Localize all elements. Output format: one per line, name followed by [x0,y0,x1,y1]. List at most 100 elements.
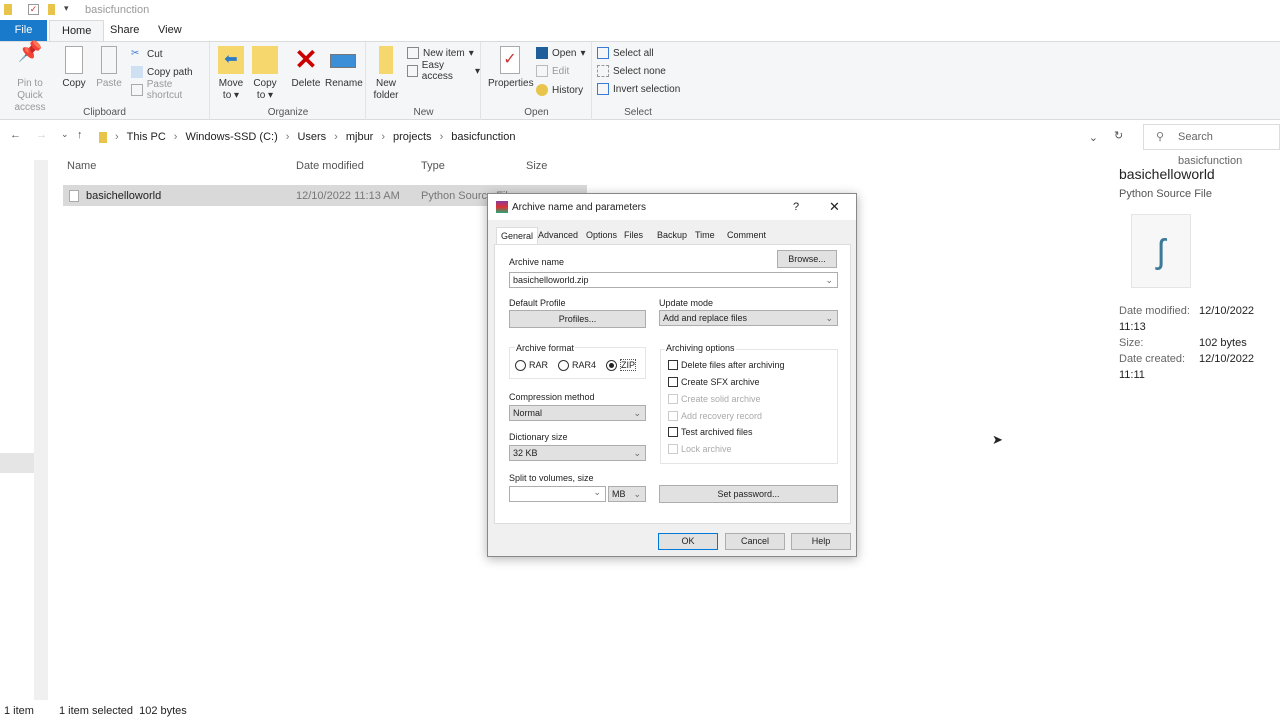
archive-dialog: Archive name and parameters ? ✕ General … [487,193,857,557]
tab-backup[interactable]: Backup [653,227,691,244]
paste-shortcut-button[interactable]: Paste shortcut [131,79,209,101]
tab-files[interactable]: Files [620,227,647,244]
copy-to-button[interactable]: Copy to ▾ [251,46,279,102]
checkbox-recovery-record[interactable]: Add recovery record [668,411,762,421]
clipboard-group: 📌 Pin to Quick access Copy Paste ✂ Cut Cop… [0,42,210,120]
up-arrow-icon[interactable]: ↑ [77,129,83,141]
history-button[interactable]: History [536,82,583,98]
ok-button[interactable]: OK [658,533,718,550]
tab-view[interactable]: View [146,20,194,41]
delete-x-icon: ✕ [294,44,318,75]
details-type: Python Source File [1119,188,1212,200]
chevron-down-icon: ⌄ [633,489,641,499]
nav-pane-item[interactable] [0,453,34,473]
folder-icon [4,4,12,15]
column-date-modified[interactable]: Date modified [296,160,364,180]
move-to-button[interactable]: ⬅ Move to ▾ [217,46,245,102]
properties-button[interactable]: ✓ Properties [488,46,534,90]
checkbox-solid-archive[interactable]: Create solid archive [668,394,761,404]
cut-button[interactable]: ✂ Cut [131,46,163,62]
set-password-button[interactable]: Set password... [659,485,838,503]
default-profile-label: Default Profile [509,298,566,308]
invert-selection-button[interactable]: Invert selection [597,81,680,97]
copy-path-button[interactable]: Copy path [131,64,193,80]
refresh-icon[interactable]: ↻ [1114,129,1123,142]
cancel-button[interactable]: Cancel [725,533,785,550]
chevron-down-icon: ⌄ [825,275,833,285]
address-bar[interactable]: › This PC › Windows-SSD (C:) › Users › mjbur… [95,124,1107,150]
recent-chevron-icon[interactable]: ⌄ [61,129,69,140]
easy-access-button[interactable]: Easy access ▾ [407,60,480,82]
archive-name-label: Archive name [509,257,565,267]
update-mode-select[interactable]: Add and replace files ⌄ [659,310,838,326]
radio-rar4[interactable]: RAR4 [558,359,596,371]
breadcrumb-users[interactable]: Users [297,131,326,143]
format-radios: RAR RAR4 ZIP [515,359,646,371]
file-name: basichelloworld [86,190,162,202]
breadcrumb-this-pc[interactable]: This PC [127,131,166,143]
paste-button[interactable]: Paste [94,46,124,90]
radio-zip[interactable]: ZIP [606,359,637,371]
new-item-button[interactable]: New item ▾ [407,45,474,61]
tab-file[interactable]: File [0,20,47,41]
new-folder-icon[interactable] [48,4,55,15]
open-button[interactable]: Open ▾ [536,45,586,61]
archiving-options-label: Archiving options [665,343,736,353]
close-icon[interactable]: ✕ [829,199,840,215]
select-all-button[interactable]: Select all [597,45,654,61]
file-date: 12/10/2022 11:13 AM [296,190,400,202]
customize-toolbar-icon[interactable]: ▾ [64,3,69,14]
split-size-input[interactable]: ⌄ [509,486,606,502]
new-folder-button[interactable]: New folder [371,46,401,102]
organize-group: ⬅ Move to ▾ Copy to ▾ ✕ Delete Rename Orga… [211,42,366,120]
breadcrumb-mjbur[interactable]: mjbur [346,131,374,143]
checkbox-test-files[interactable]: Test archived files [668,427,753,437]
tab-time[interactable]: Time [691,227,719,244]
select-none-button[interactable]: Select none [597,63,666,79]
nav-pane-scrollbar[interactable] [34,160,48,700]
mouse-cursor-icon: ➤ [992,432,1003,447]
rename-button[interactable]: Rename [325,46,363,90]
edit-button[interactable]: Edit [536,63,569,79]
tab-options[interactable]: Options [582,227,621,244]
delete-button[interactable]: ✕ Delete [291,46,321,90]
help-button[interactable]: ? [793,201,799,213]
forward-arrow-icon[interactable]: → [36,129,47,141]
select-none-icon [597,65,609,77]
checkbox-create-sfx[interactable]: Create SFX archive [668,377,760,387]
details-row-modified: Date modified: 12/10/2022 11:13 [1119,305,1255,333]
search-input[interactable]: ⚲ Search basicfunction [1143,124,1280,167]
tab-share[interactable]: Share [98,20,151,41]
breadcrumb-drive[interactable]: Windows-SSD (C:) [185,131,277,143]
archive-name-input[interactable]: basichelloworld.zip ⌄ [509,272,838,288]
pin-button[interactable]: 📌 Pin to Quick access [4,42,56,114]
properties-icon[interactable]: ✓ [28,4,39,15]
column-type[interactable]: Type [421,160,445,180]
title-bar: ✓ ▾ basicfunction [0,0,1280,20]
copy-button[interactable]: Copy [60,46,88,90]
tab-general[interactable]: General [496,227,539,244]
profiles-button[interactable]: Profiles... [509,310,646,328]
status-selection: 1 item selected 102 bytes [59,705,187,717]
help-dialog-button[interactable]: Help [791,533,851,550]
checkbox-lock-archive[interactable]: Lock archive [668,444,732,454]
compression-select[interactable]: Normal ⌄ [509,405,646,421]
address-dropdown-icon[interactable]: ⌄ [1089,131,1098,144]
column-name[interactable]: Name [67,160,96,180]
breadcrumb-basicfunction[interactable]: basicfunction [451,131,515,143]
new-item-icon [407,47,419,59]
checkbox-delete-files[interactable]: Delete files after archiving [668,360,785,370]
status-item-count: 1 item [4,705,34,717]
split-unit-select[interactable]: MB ⌄ [608,486,646,502]
tab-comment[interactable]: Comment [723,227,770,244]
tab-home[interactable]: Home [49,20,105,41]
move-to-icon: ⬅ [218,46,244,74]
column-size[interactable]: Size [526,160,547,180]
browse-button[interactable]: Browse... [777,250,837,268]
back-arrow-icon[interactable]: ← [10,129,21,141]
winrar-icon [496,201,508,213]
dictionary-select[interactable]: 32 KB ⌄ [509,445,646,461]
breadcrumb-projects[interactable]: projects [393,131,432,143]
tab-advanced[interactable]: Advanced [534,227,582,244]
radio-rar[interactable]: RAR [515,359,548,371]
